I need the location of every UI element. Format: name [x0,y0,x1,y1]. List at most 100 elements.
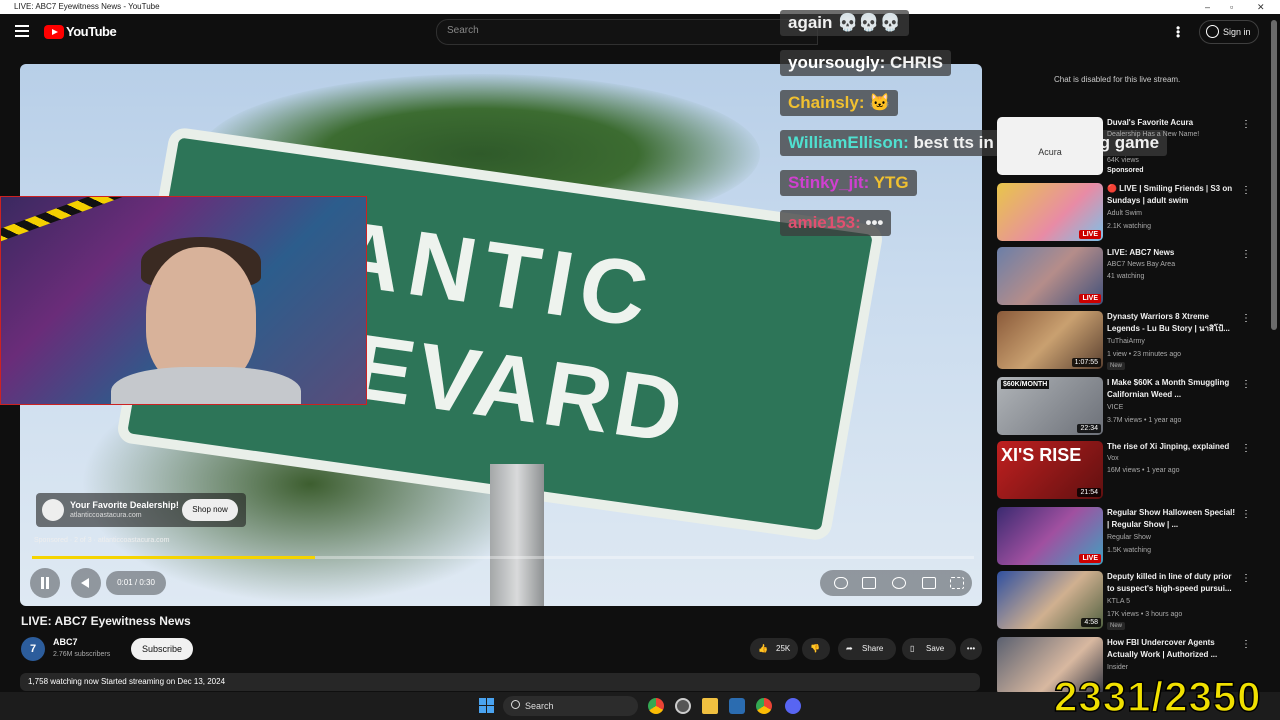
maximize-icon[interactable]: ▫ [1230,0,1233,14]
recommendation-channel: Dealership Has a New Name! [1107,131,1200,138]
channel-avatar[interactable]: 7 [21,637,45,661]
youtube-logo-text[interactable]: YouTube [66,24,117,39]
fullscreen-icon[interactable] [950,577,964,589]
caution-tape [1,197,129,243]
signin-button[interactable]: Sign in [1199,20,1259,44]
recommendation-thumbnail[interactable]: LIVE [997,183,1103,241]
file-explorer-icon[interactable] [702,698,718,714]
recommendation-menu-icon[interactable]: ⋮ [1241,573,1251,584]
share-button[interactable]: ➦ Share [838,638,896,660]
pause-button[interactable] [30,568,60,598]
advertiser-logo [42,499,64,521]
recommendation-thumbnail[interactable]: $60K/MONTH 22:34 [997,377,1103,435]
recommendation-item[interactable]: XI'S RISE 21:54 The rise of Xi Jinping, … [997,441,1257,501]
recommendation-title[interactable]: Regular Show Halloween Special! | Regula… [1107,507,1237,531]
volume-button[interactable] [71,568,101,598]
video-title: LIVE: ABC7 Eyewitness News [21,614,191,628]
recommendation-title[interactable]: LIVE: ABC7 News [1107,247,1237,259]
autoplay-toggle-icon[interactable] [834,577,848,589]
browser-titlebar: LIVE: ABC7 Eyewitness News - YouTube – ▫… [0,0,1280,14]
ad-card[interactable]: Your Favorite Dealership! atlanticcoasta… [36,493,246,527]
thumbs-down-icon: 👎 [810,644,820,653]
recommendation-meta: 1 view • 23 minutes ago [1107,351,1182,358]
streamer-face [146,247,256,387]
recommendation-channel: ABC7 News Bay Area [1107,261,1176,268]
new-badge: New [1107,362,1126,370]
recommendation-title[interactable]: I Make $60K a Month Smuggling California… [1107,377,1237,401]
sign-pole [490,464,544,606]
chat-text: ••• [865,213,884,232]
youtube-logo-icon[interactable] [44,25,64,39]
recommendation-channel: Adult Swim [1107,210,1143,217]
like-button[interactable]: 👍 25K [750,638,798,660]
recommendation-menu-icon[interactable]: ⋮ [1241,443,1251,454]
recommendation-item[interactable]: LIVE LIVE: ABC7 News ABC7 News Bay Area … [997,247,1257,307]
recommendation-item[interactable]: LIVE 🔴 LIVE | Smiling Friends | S3 on Su… [997,183,1257,243]
recommendation-meta: 17K views • 3 hours ago [1107,611,1183,618]
chat-message: amie153: ••• [780,210,892,236]
recommendation-item[interactable]: 4:58 Deputy killed in line of duty prior… [997,571,1257,631]
settings-more-icon[interactable]: • • • [1176,22,1180,42]
recommendation-title[interactable]: Dynasty Warriors 8 Xtreme Legends - Lu B… [1107,311,1237,335]
recommendation-item[interactable]: 1:07:55 Dynasty Warriors 8 Xtreme Legend… [997,311,1257,371]
subscribe-button[interactable]: Subscribe [131,638,193,660]
player-right-controls [820,570,972,596]
recommendation-thumbnail[interactable]: 1:07:55 [997,311,1103,369]
settings-gear-icon[interactable] [892,577,906,589]
chrome-icon[interactable] [648,698,664,714]
minimize-icon[interactable]: – [1205,0,1210,14]
recommendation-menu-icon[interactable]: ⋮ [1241,185,1251,196]
recommendation-title[interactable]: 🔴 LIVE | Smiling Friends | S3 on Sundays… [1107,183,1237,207]
recommendation-menu-icon[interactable]: ⋮ [1241,313,1251,324]
recommendation-menu-icon[interactable]: ⋮ [1241,509,1251,520]
recommendation-item[interactable]: $60K/MONTH 22:34 I Make $60K a Month Smu… [997,377,1257,437]
close-icon[interactable]: ✕ [1257,0,1265,14]
recommendation-item[interactable]: LIVE Regular Show Halloween Special! | R… [997,507,1257,567]
ad-url: atlanticcoastacura.com [70,512,142,519]
channel-name[interactable]: ABC7 [53,637,78,647]
thumbnail-caption: XI'S RISE [1001,445,1082,465]
recommendation-thumbnail[interactable]: Acura [997,117,1103,175]
recommendation-channel: Regular Show [1107,534,1151,541]
recommendation-menu-icon[interactable]: ⋮ [1241,249,1251,260]
recommendation-meta: 2.1K watching [1107,223,1151,230]
save-button[interactable]: ▯ Save [902,638,956,660]
recommendation-title[interactable]: Deputy killed in line of duty prior to s… [1107,571,1237,595]
recommendation-thumbnail[interactable]: 4:58 [997,571,1103,629]
theater-mode-icon[interactable] [922,577,936,589]
recommendation-title[interactable]: The rise of Xi Jinping, explained [1107,441,1237,453]
recommendation-menu-icon[interactable]: ⋮ [1241,379,1251,390]
search-icon [511,700,520,709]
recommendation-thumbnail[interactable]: LIVE [997,247,1103,305]
chat-message: yoursougly: CHRIS [780,50,951,76]
dislike-button[interactable]: 👎 [802,638,830,660]
menu-icon[interactable] [15,25,29,37]
recommendation-channel: TuThaiArmy [1107,338,1145,345]
chat-user: Stinky_jit: [788,173,870,192]
more-actions-icon[interactable]: ••• [960,638,982,660]
search-placeholder: Search [447,25,479,36]
video-progress-bar[interactable] [32,556,974,559]
windows-start-icon[interactable] [479,698,495,714]
recommendation-menu-icon[interactable]: ⋮ [1241,119,1251,130]
steam-icon[interactable] [729,698,745,714]
shop-now-button[interactable]: Shop now [182,499,238,521]
page-scrollbar[interactable] [1271,20,1277,330]
live-info-bar[interactable]: 1,758 watching now Started streaming on … [20,673,980,691]
recommendation-meta: 64K views [1107,157,1139,164]
obs-icon[interactable] [675,698,691,714]
taskbar-search[interactable]: Search [503,696,638,716]
recommendation-thumbnail[interactable]: LIVE [997,507,1103,565]
discord-icon[interactable] [785,698,801,714]
captions-icon[interactable] [862,577,876,589]
recommendation-thumbnail[interactable]: XI'S RISE 21:54 [997,441,1103,499]
recommendation-meta: 16M views • 1 year ago [1107,467,1180,474]
search-input[interactable]: Search [436,19,818,45]
recommendation-title[interactable]: How FBI Undercover Agents Actually Work … [1107,637,1237,661]
recommendation-menu-icon[interactable]: ⋮ [1241,639,1251,650]
chrome-icon-2[interactable] [756,698,772,714]
recommendation-title[interactable]: Duval's Favorite Acura [1107,117,1237,129]
recommendation-item[interactable]: Acura Duval's Favorite Acura Dealership … [997,117,1257,177]
duration-badge: 22:34 [1077,424,1101,433]
chat-text: again 💀💀💀 [788,13,901,32]
